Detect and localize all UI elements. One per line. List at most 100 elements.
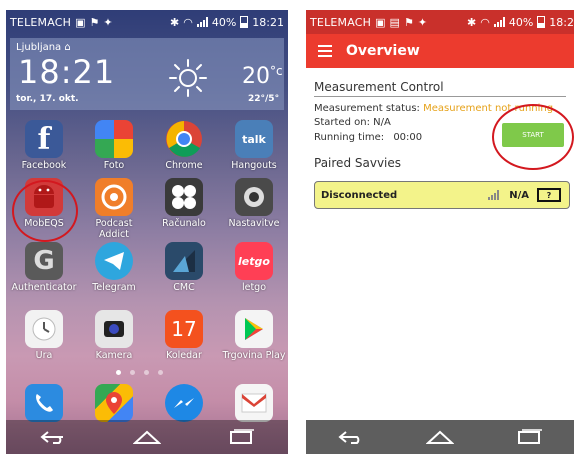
letgo-icon: letgo [235, 242, 273, 280]
authenticator-icon: G [25, 242, 63, 280]
widget-date: tor., 17. okt. [16, 94, 79, 104]
flag-notification-icon: ⚑ [403, 15, 414, 29]
device-battery-icon: ? [537, 188, 561, 202]
android-notification-icon: ✦ [417, 15, 428, 29]
recents-button[interactable] [509, 427, 549, 447]
dock-maps[interactable] [80, 384, 148, 422]
chrome-icon [165, 120, 203, 158]
app-chrome[interactable]: Chrome [150, 120, 218, 171]
page-indicator [116, 370, 163, 375]
back-button[interactable] [331, 427, 371, 447]
app-label: Trgovina Play [222, 350, 286, 361]
menu-icon[interactable] [318, 45, 332, 57]
app-label: Facebook [21, 160, 67, 171]
battery-icon [537, 16, 546, 28]
running-value: 00:00 [393, 132, 423, 143]
measurement-app-screen: TELEMACH ▣ ▤ ⚑ ✦ ✱ ◠ 40% 18:2 Overview M… [306, 10, 574, 454]
widget-temp-range: 22°/5° [248, 94, 280, 104]
app-label: Authenticator [11, 282, 77, 293]
app-label: Nastavitve [228, 218, 280, 229]
home-outline-icon [425, 430, 454, 444]
carrier-name: TELEMACH [310, 15, 372, 29]
app-bar: Overview [306, 34, 574, 68]
started-value: N/A [373, 117, 391, 128]
battery-percent: 40% [211, 15, 237, 29]
facebook-icon: f [25, 120, 63, 158]
home-button[interactable] [127, 427, 167, 447]
recents-icon [518, 429, 543, 444]
settings-gear-icon [235, 178, 273, 216]
podcast-icon [95, 178, 133, 216]
app-ura[interactable]: Ura [10, 310, 78, 361]
app-foto[interactable]: Foto [80, 120, 148, 171]
widget-city: Ljubljana [16, 42, 62, 53]
back-arrow-icon [40, 431, 63, 444]
sun-icon [169, 59, 207, 97]
messenger-icon [165, 384, 203, 422]
app-authenticator[interactable]: G Authenticator [10, 242, 78, 293]
recents-icon [230, 429, 254, 444]
flag-notification-icon: ⚑ [89, 15, 100, 29]
widget-temp: 20 [242, 64, 270, 89]
navigation-bar [6, 420, 288, 454]
back-button[interactable] [33, 427, 73, 447]
clock-icon [25, 310, 63, 348]
app-label: CMC [173, 282, 195, 293]
app-label: Chrome [165, 160, 203, 171]
app-label: letgo [241, 282, 267, 293]
app-kamera[interactable]: Kamera [80, 310, 148, 361]
navigation-bar [306, 420, 574, 454]
device-state: Disconnected [321, 189, 398, 201]
bluetooth-icon: ✱ [170, 15, 180, 29]
device-row[interactable]: Disconnected N/A ? [314, 181, 570, 209]
camera-icon [95, 310, 133, 348]
running-time-row: Running time: 00:00 [314, 132, 422, 143]
home-button[interactable] [420, 427, 460, 447]
hangouts-icon: talk [235, 120, 273, 158]
app-hangouts[interactable]: talk Hangouts [220, 120, 288, 171]
gallery-notification-icon: ▣ [75, 15, 86, 29]
telegram-icon [95, 242, 133, 280]
dock-messenger[interactable] [150, 384, 218, 422]
photos-icon [95, 120, 133, 158]
app-racunalo[interactable]: Računalo [150, 178, 218, 229]
maps-icon [95, 384, 133, 422]
status-label: Measurement status: [314, 103, 420, 114]
app-label: Foto [103, 160, 125, 171]
app-cmc[interactable]: CMC [150, 242, 218, 293]
recents-button[interactable] [221, 427, 261, 447]
signal-icon [196, 17, 208, 27]
clock: 18:21 [252, 15, 284, 29]
dock-gmail[interactable] [220, 384, 288, 422]
status-bar: TELEMACH ▣ ⚑ ✦ ✱ ◠ 40% 18:21 [6, 10, 288, 34]
battery-percent: 40% [508, 15, 534, 29]
wifi-icon: ◠ [183, 15, 193, 29]
widget-temp-unit: °c [270, 64, 283, 78]
weather-widget[interactable]: Ljubljana ⌂ 18:21 tor., 17. okt. 20°c 22… [10, 38, 284, 110]
app-label: Kamera [95, 350, 133, 361]
wifi-icon: ◠ [480, 15, 490, 29]
app-nastavitve[interactable]: Nastavitve [220, 178, 288, 229]
home-outline-icon [133, 430, 161, 444]
running-label: Running time: [314, 132, 385, 143]
highlight-circle [12, 180, 78, 242]
app-podcast-addict[interactable]: Podcast Addict [80, 178, 148, 240]
app-telegram[interactable]: Telegram [80, 242, 148, 293]
app-facebook[interactable]: f Facebook [10, 120, 78, 171]
app-trgovina-play[interactable]: Trgovina Play [220, 310, 288, 361]
dock-phone[interactable] [10, 384, 78, 422]
app-koledar[interactable]: 17 Koledar [150, 310, 218, 361]
app-label: Telegram [92, 282, 136, 293]
image-notification-icon: ▤ [389, 15, 400, 29]
paired-savvies-heading: Paired Savvies [314, 156, 402, 170]
calculator-icon [165, 178, 203, 216]
device-signal-icon [488, 190, 500, 200]
calendar-icon: 17 [165, 310, 203, 348]
bluetooth-icon: ✱ [467, 15, 477, 29]
app-label: Ura [35, 350, 53, 361]
android-notification-icon: ✦ [103, 15, 113, 29]
signal-icon [493, 17, 505, 27]
status-bar: TELEMACH ▣ ▤ ⚑ ✦ ✱ ◠ 40% 18:2 [306, 10, 574, 34]
app-letgo[interactable]: letgo letgo [220, 242, 288, 293]
back-arrow-icon [338, 431, 359, 444]
